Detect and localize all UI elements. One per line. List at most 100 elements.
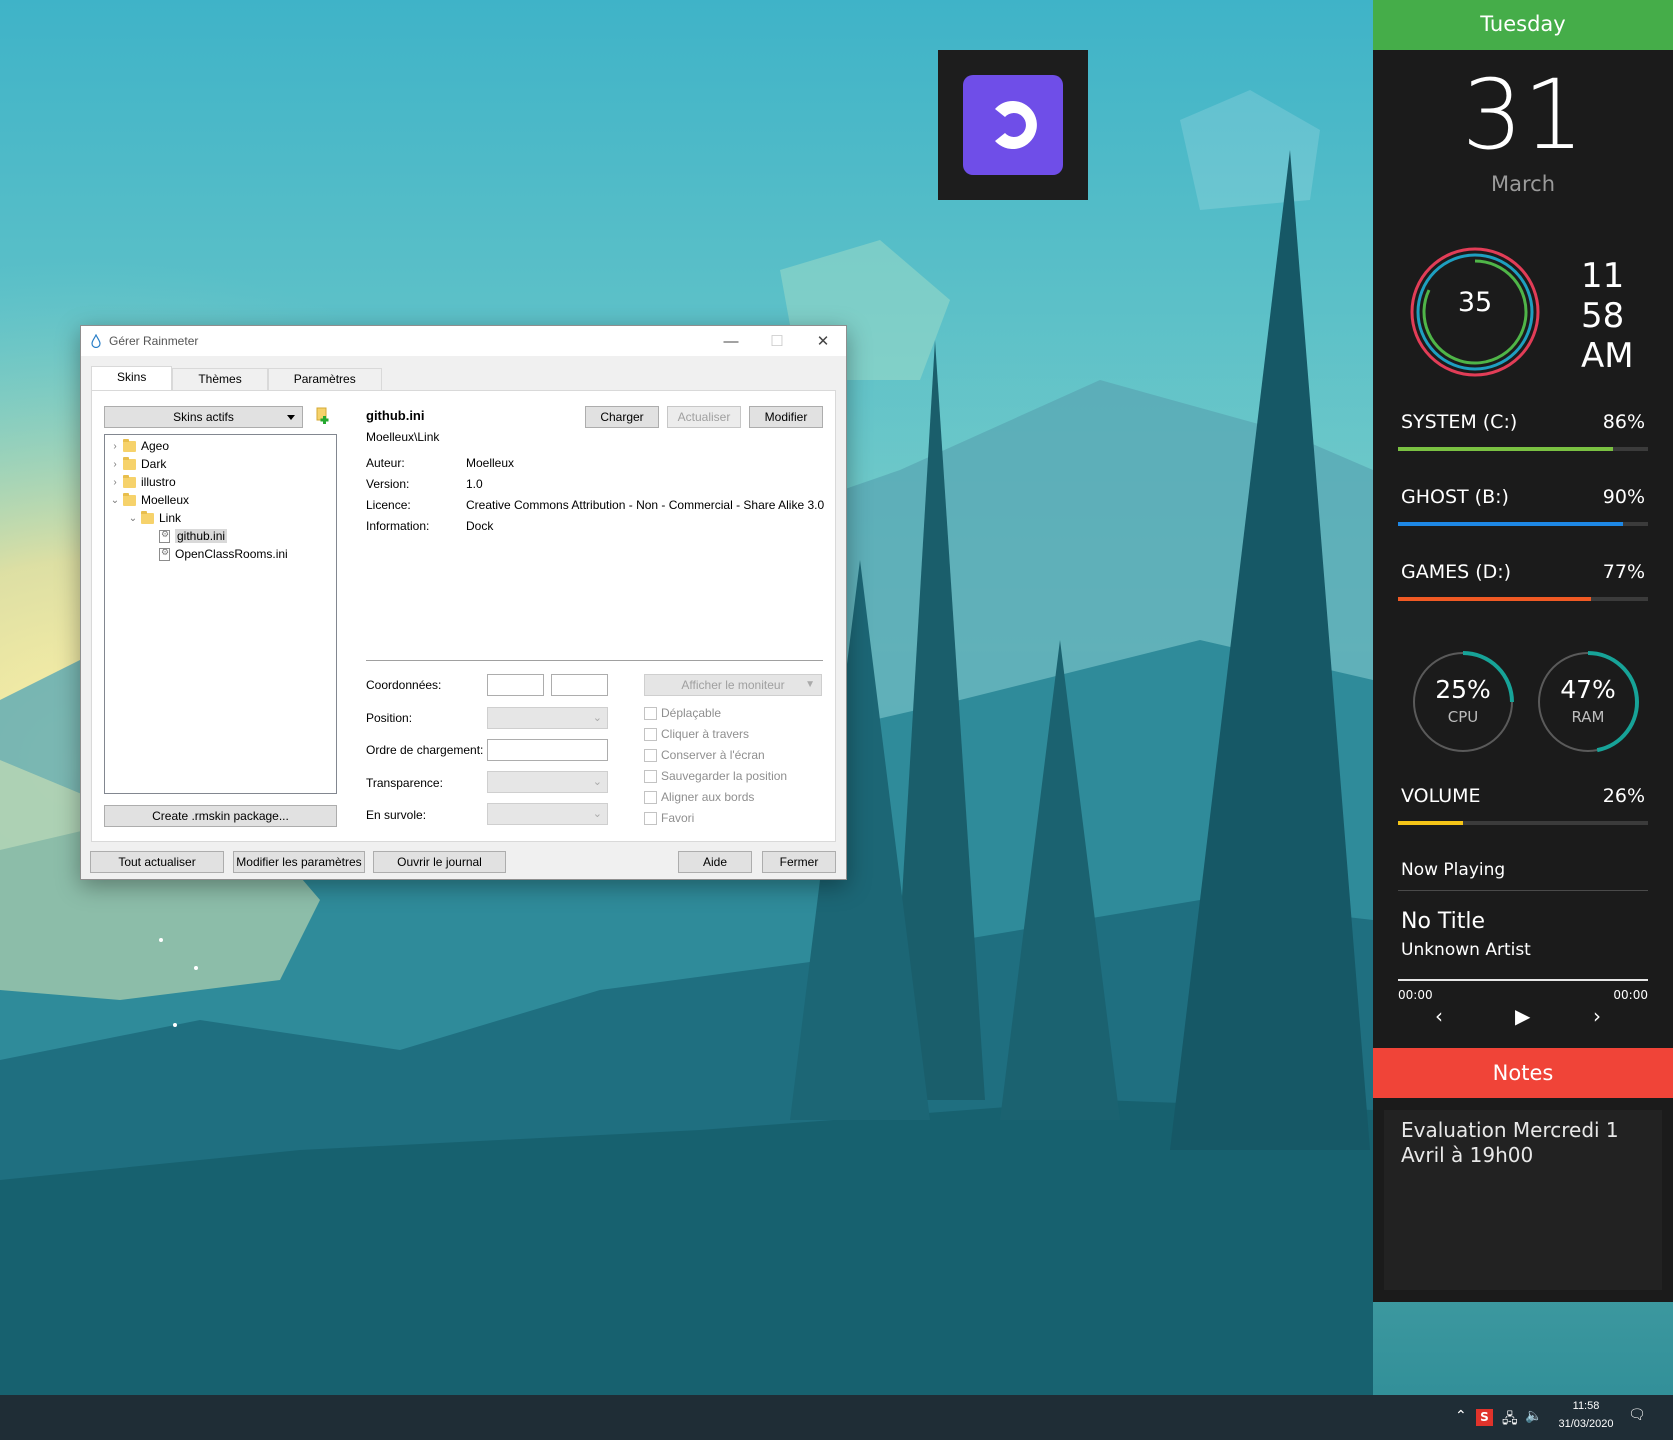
display-monitor-label: Afficher le moniteur <box>681 678 785 692</box>
expand-arrow-icon[interactable]: › <box>109 459 121 470</box>
expand-arrow-icon[interactable]: › <box>109 441 121 452</box>
dialog-titlebar[interactable]: Gérer Rainmeter — ☐ ✕ <box>81 326 846 356</box>
checkbox-box[interactable] <box>644 748 657 762</box>
drive-d-bar <box>1398 597 1648 601</box>
checkbox-box[interactable] <box>644 790 657 804</box>
coordinates-label: Coordonnées: <box>366 678 442 692</box>
volume-bar-fill <box>1398 821 1463 825</box>
volume-icon[interactable]: 🔈 <box>1525 1408 1542 1424</box>
position-label: Position: <box>366 711 413 725</box>
dock-launcher-widget[interactable] <box>938 50 1088 200</box>
now-playing-divider <box>1398 890 1648 891</box>
tree-item-openclassrooms-ini[interactable]: OpenClassRooms.ini <box>157 545 288 563</box>
notes-text[interactable]: Evaluation Mercredi 1 Avril à 19h00 <box>1401 1118 1663 1168</box>
keep-on-screen-checkbox[interactable]: Conserver à l'écran <box>644 748 765 762</box>
checkbox-label: Conserver à l'écran <box>661 748 765 762</box>
position-select[interactable]: ⌄ <box>487 707 608 729</box>
snap-to-edges-checkbox[interactable]: Aligner aux bords <box>644 790 754 804</box>
tree-item-ageo[interactable]: › Ageo <box>109 437 169 455</box>
tree-item-dark[interactable]: › Dark <box>109 455 166 473</box>
open-log-button[interactable]: Ouvrir le journal <box>373 851 506 873</box>
checkbox-box[interactable] <box>644 769 657 783</box>
tree-item-link[interactable]: ⌄ Link <box>127 509 181 527</box>
track-progress-bar[interactable] <box>1398 979 1648 981</box>
save-position-checkbox[interactable]: Sauvegarder la position <box>644 769 787 783</box>
load-order-input[interactable] <box>487 739 608 761</box>
track-total: 00:00 <box>1613 988 1648 1002</box>
author-label: Auteur: <box>366 456 405 470</box>
edit-settings-button[interactable]: Modifier les paramètres <box>233 851 365 873</box>
tab-skins[interactable]: Skins <box>91 366 173 390</box>
information-label: Information: <box>366 519 430 533</box>
display-monitor-button[interactable]: Afficher le moniteur ▼ <box>644 674 822 696</box>
show-hidden-icons-chevron-icon[interactable]: ⌃ <box>1455 1408 1467 1424</box>
expand-arrow-icon[interactable]: › <box>109 477 121 488</box>
license-label: Licence: <box>366 498 411 512</box>
dialog-title: Gérer Rainmeter <box>109 334 199 348</box>
click-through-checkbox[interactable]: Cliquer à travers <box>644 727 749 741</box>
maximize-button[interactable]: ☐ <box>754 326 800 356</box>
clock-hour: 11 <box>1581 256 1625 296</box>
previous-track-icon[interactable]: ‹ <box>1435 1004 1443 1028</box>
checkbox-label: Cliquer à travers <box>661 727 750 741</box>
tree-item-github-ini[interactable]: github.ini <box>157 527 228 545</box>
drive-b-bar-fill <box>1398 522 1623 526</box>
add-skin-icon[interactable] <box>314 407 332 425</box>
coord-y-input[interactable] <box>551 674 608 696</box>
date-number: 31 <box>1461 59 1585 171</box>
tree-item-label: Ageo <box>141 439 170 453</box>
tree-item-moelleux[interactable]: ⌄ Moelleux <box>109 491 189 509</box>
drive-c-label: SYSTEM (C:) <box>1401 411 1518 433</box>
dock-app-icon[interactable] <box>963 75 1063 175</box>
skin-name: github.ini <box>366 408 425 423</box>
close-window-button[interactable]: ✕ <box>800 326 846 356</box>
load-button[interactable]: Charger <box>585 406 659 428</box>
draggable-checkbox[interactable]: Déplaçable <box>644 706 721 720</box>
taskbar-time[interactable]: 11:58 <box>1560 1400 1612 1412</box>
collapse-arrow-icon[interactable]: ⌄ <box>109 495 121 506</box>
close-button[interactable]: Fermer <box>762 851 836 873</box>
checkbox-box[interactable] <box>644 811 657 825</box>
checkbox-box[interactable] <box>644 706 657 720</box>
checkbox-label: Déplaçable <box>661 706 722 720</box>
tree-item-label: Moelleux <box>141 493 190 507</box>
skins-tree[interactable]: › Ageo › Dark › illustro ⌄ Moelleux ⌄ Li… <box>104 434 337 794</box>
collapse-arrow-icon[interactable]: ⌄ <box>127 513 139 524</box>
network-icon[interactable]: 🖧 <box>1502 1408 1518 1432</box>
cpu-percent: 25% <box>1435 675 1491 704</box>
ram-label: RAM <box>1571 708 1605 726</box>
checkbox-box[interactable] <box>644 727 657 741</box>
tree-item-label: illustro <box>141 475 176 489</box>
version-value: 1.0 <box>466 477 483 491</box>
drive-d-percent: 77% <box>1602 561 1645 583</box>
tree-item-illustro[interactable]: › illustro <box>109 473 176 491</box>
transparency-select[interactable]: ⌄ <box>487 771 608 793</box>
active-skins-dropdown-label: Skins actifs <box>173 410 234 424</box>
tab-themes[interactable]: Thèmes <box>172 368 268 390</box>
dialog-tabs: Skins Thèmes Paramètres <box>91 366 382 390</box>
refresh-all-button[interactable]: Tout actualiser <box>90 851 224 873</box>
skin-file-icon <box>159 547 170 561</box>
minimize-button[interactable]: — <box>708 326 754 356</box>
help-button[interactable]: Aide <box>678 851 752 873</box>
track-artist: Unknown Artist <box>1401 940 1531 960</box>
favorite-checkbox[interactable]: Favori <box>644 811 694 825</box>
volume-label: VOLUME <box>1401 785 1481 807</box>
refresh-button[interactable]: Actualiser <box>667 406 741 428</box>
action-center-icon[interactable]: 🗨 <box>1628 1407 1646 1423</box>
author-value: Moelleux <box>466 456 515 470</box>
tree-item-label: Dark <box>141 457 167 471</box>
edit-button[interactable]: Modifier <box>749 406 823 428</box>
app-s-tray-icon[interactable]: S <box>1476 1409 1493 1426</box>
folder-icon <box>123 456 136 470</box>
volume-bar[interactable] <box>1398 821 1648 825</box>
play-icon[interactable]: ▶ <box>1515 1004 1530 1028</box>
settings-separator <box>366 660 823 661</box>
create-package-button[interactable]: Create .rmskin package... <box>104 805 337 827</box>
next-track-icon[interactable]: › <box>1593 1004 1601 1028</box>
active-skins-dropdown[interactable]: Skins actifs <box>104 406 303 428</box>
coord-x-input[interactable] <box>487 674 544 696</box>
tab-settings[interactable]: Paramètres <box>267 368 382 390</box>
on-hover-select[interactable]: ⌄ <box>487 803 608 825</box>
taskbar-date[interactable]: 31/03/2020 <box>1552 1418 1620 1430</box>
